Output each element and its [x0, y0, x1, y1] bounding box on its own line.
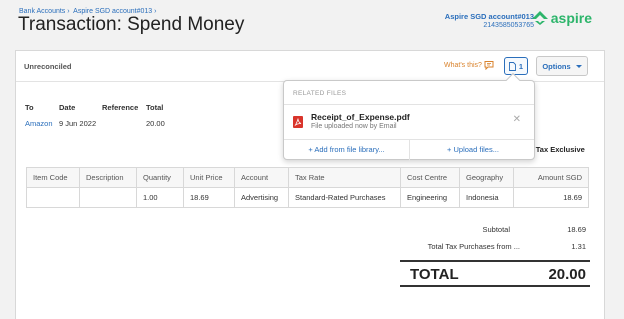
options-label: Options — [542, 61, 571, 71]
close-icon[interactable]: ✕ — [513, 114, 521, 125]
chat-bubble-icon[interactable] — [484, 60, 494, 70]
date-label: Date — [59, 103, 76, 112]
total-value: 20.00 — [146, 119, 165, 128]
table-row[interactable]: 1.00 18.69 Advertising Standard-Rated Pu… — [26, 187, 589, 208]
grand-total-divider — [400, 285, 590, 287]
upload-files-button[interactable]: + Upload files... — [410, 139, 536, 161]
cell-tax-rate[interactable]: Standard-Rated Purchases — [288, 187, 401, 208]
cell-geography[interactable]: Indonesia — [459, 187, 514, 208]
cell-amount[interactable]: 18.69 — [513, 187, 589, 208]
popup-divider — [284, 104, 534, 105]
tax-mode-value: Tax Exclusive — [535, 145, 585, 154]
col-description: Description — [79, 167, 137, 188]
grand-total-label: TOTAL — [410, 266, 459, 283]
col-account: Account — [234, 167, 289, 188]
cell-cost-centre[interactable]: Engineering — [400, 187, 460, 208]
aspire-logo-icon — [531, 11, 548, 25]
tax-total-value: 1.31 — [571, 242, 586, 251]
col-item-code: Item Code — [26, 167, 80, 188]
options-button[interactable]: Options — [536, 56, 588, 76]
page-title: Transaction: Spend Money — [18, 14, 245, 35]
grand-total-row: TOTAL 20.00 — [400, 262, 590, 284]
file-icon — [508, 61, 516, 71]
tax-total-label: Total Tax Purchases from ... — [427, 242, 520, 251]
contact-link[interactable]: Amazon — [25, 119, 53, 128]
org-info: Aspire SGD account#013 2143585053765 — [445, 12, 534, 29]
pdf-icon — [293, 116, 303, 128]
org-name[interactable]: Aspire SGD account#013 — [445, 12, 534, 21]
aspire-logo-text: aspire — [550, 10, 592, 26]
file-meta: File uploaded now by Email — [311, 123, 397, 130]
files-count: 1 — [518, 61, 524, 71]
cell-item-code[interactable] — [26, 187, 80, 208]
grand-total-value: 20.00 — [548, 266, 586, 283]
total-label: Total — [146, 103, 164, 112]
col-quantity: Quantity — [136, 167, 184, 188]
reconcile-status: Unreconciled — [24, 62, 72, 71]
whats-this-link[interactable]: What's this? — [444, 62, 482, 69]
cell-quantity[interactable]: 1.00 — [136, 187, 184, 208]
org-number: 2143585053765 — [483, 22, 534, 29]
reference-label: Reference — [102, 103, 139, 112]
aspire-logo: aspire — [531, 10, 592, 26]
col-amount: Amount SGD — [513, 167, 589, 188]
to-label: To — [25, 103, 34, 112]
date-value: 9 Jun 2022 — [59, 119, 97, 128]
table-header-row: Item Code Description Quantity Unit Pric… — [26, 167, 589, 188]
cell-description[interactable] — [79, 187, 137, 208]
col-geography: Geography — [459, 167, 514, 188]
col-unit-price: Unit Price — [183, 167, 235, 188]
col-tax-rate: Tax Rate — [288, 167, 401, 188]
cell-unit-price[interactable]: 18.69 — [183, 187, 235, 208]
subtotal-value: 18.69 — [567, 225, 586, 234]
cell-account[interactable]: Advertising — [234, 187, 289, 208]
file-name-link[interactable]: Receipt_of_Expense.pdf — [311, 112, 410, 122]
col-cost-centre: Cost Centre — [400, 167, 460, 188]
subtotal-label: Subtotal — [482, 225, 510, 234]
chevron-down-icon — [575, 64, 582, 68]
add-from-library-button[interactable]: + Add from file library... — [284, 139, 409, 161]
related-files-popup: RELATED FILES Receipt_of_Expense.pdf Fil… — [283, 72, 536, 161]
line-items-table: Item Code Description Quantity Unit Pric… — [26, 167, 589, 208]
related-files-button[interactable]: 1 — [504, 57, 528, 75]
popup-title: RELATED FILES — [293, 90, 347, 97]
